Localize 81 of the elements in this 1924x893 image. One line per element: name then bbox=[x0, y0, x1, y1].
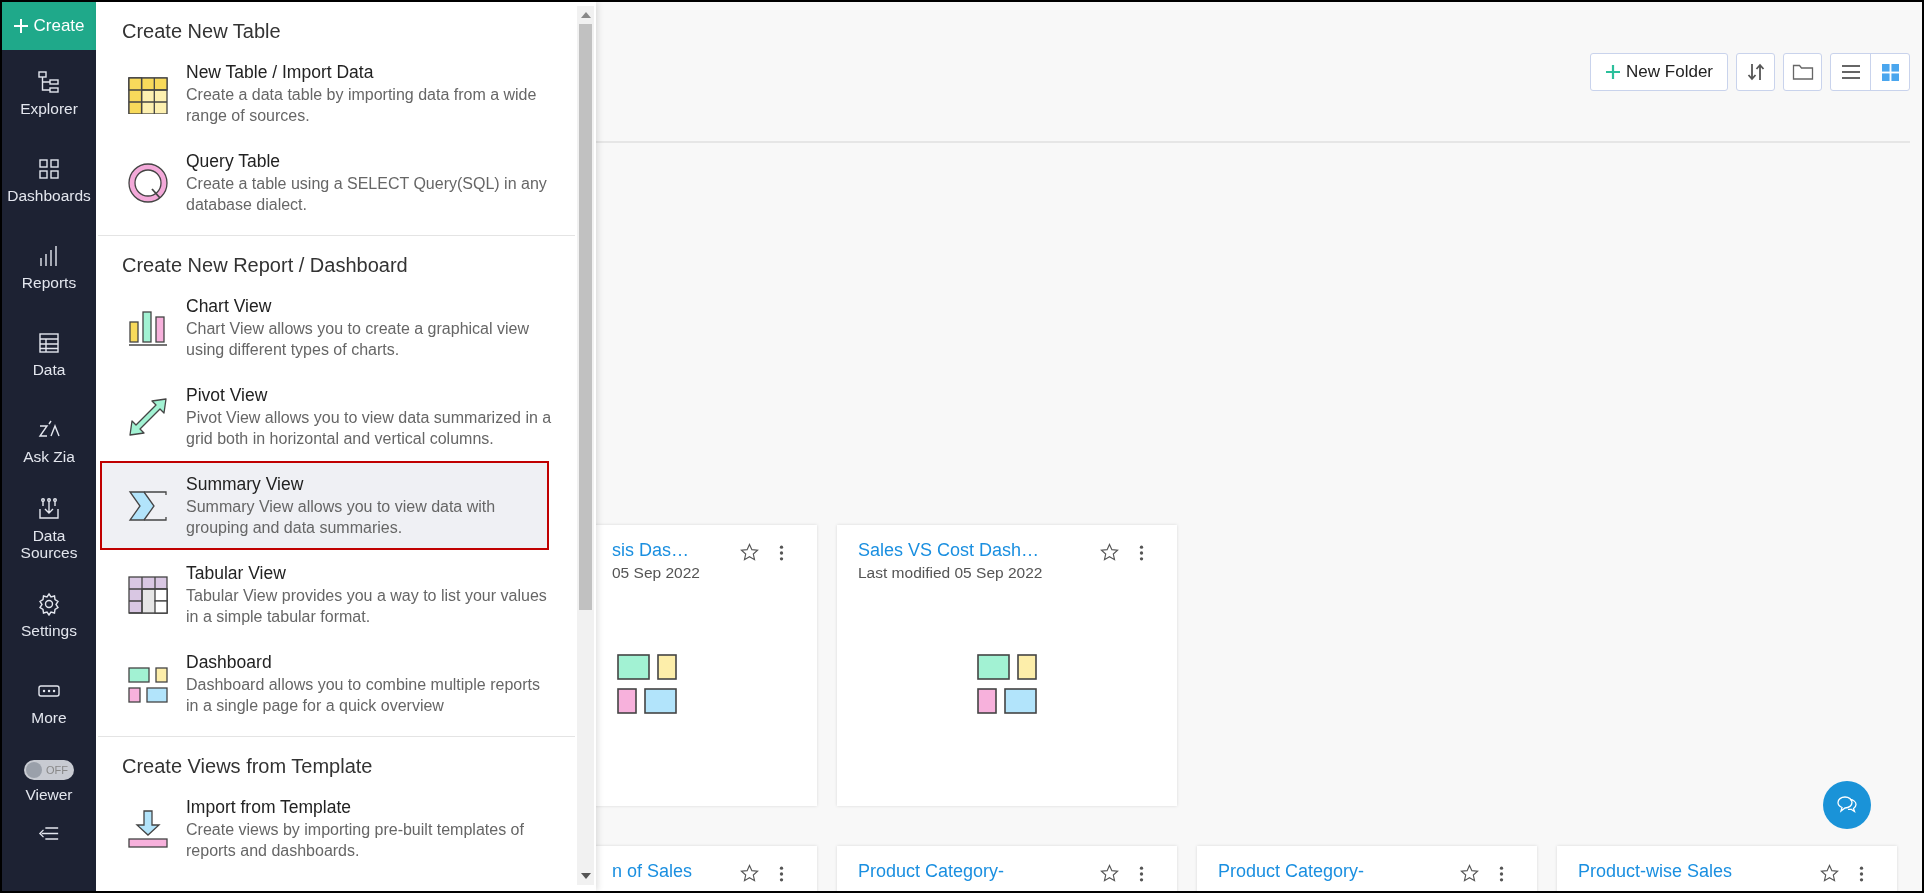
menu-item-description: Chart View allows you to create a graphical view using different types of charts. bbox=[186, 319, 530, 360]
sidebar-item[interactable]: More bbox=[2, 659, 96, 746]
sort-icon bbox=[1745, 62, 1766, 82]
menu-item[interactable]: Query Table Create a table using a SELECT Query(SQL) in any database dialect. bbox=[100, 138, 577, 227]
sidebar-item[interactable]: Reports bbox=[2, 224, 96, 311]
menu-item-title: Tabular View bbox=[186, 562, 287, 585]
menu-item-description: Create views by importing pre-built templates of reports and dashboards. bbox=[186, 820, 525, 861]
table-icon bbox=[128, 574, 168, 615]
grid-icon bbox=[1881, 63, 1899, 81]
viewer-label: Viewer bbox=[25, 786, 73, 804]
menu-item[interactable]: New Table / Import Data Create a data table by importing data from a wide range of sources. bbox=[100, 49, 577, 138]
more-options-icon[interactable] bbox=[1139, 865, 1144, 883]
collapse-button[interactable] bbox=[38, 826, 60, 841]
table-icon bbox=[37, 331, 61, 355]
menu-item-title: Summary View bbox=[186, 473, 305, 496]
menu-item-description: Create a table using a SELECT Query(SQL) in any database dialect. bbox=[186, 174, 548, 215]
dashboard-icon bbox=[977, 654, 1037, 714]
star-icon[interactable] bbox=[740, 864, 759, 883]
sidebar-item[interactable]: Data bbox=[2, 311, 96, 398]
card-title[interactable]: n of Sales bbox=[612, 861, 740, 882]
import-icon bbox=[37, 496, 61, 521]
sidebar-item[interactable]: Ask Zia bbox=[2, 398, 96, 485]
card-title[interactable]: Sales VS Cost Dash… bbox=[858, 540, 1100, 561]
folder-button[interactable] bbox=[1783, 53, 1822, 91]
scroll-up-icon[interactable] bbox=[580, 12, 591, 18]
card-date: Last modified 05 Sep 2022 bbox=[858, 564, 1044, 582]
dashboard-card[interactable]: Product-wise Sales bbox=[1557, 846, 1897, 891]
menu-section-title: Create Views from Template bbox=[121, 754, 374, 779]
query-icon bbox=[128, 162, 168, 203]
settings-icon bbox=[37, 592, 61, 616]
dashboard-card[interactable]: Sales VS Cost Dash… Last modified 05 Sep 2022 bbox=[837, 525, 1177, 806]
scrollbar[interactable] bbox=[577, 6, 594, 885]
more-options-icon[interactable] bbox=[1859, 865, 1864, 883]
card-title[interactable]: sis Das… bbox=[612, 540, 740, 561]
menu-item-title: Pivot View bbox=[186, 384, 269, 407]
menu-item[interactable]: Pivot View Pivot View allows you to view data summarized in a grid both in horizontal and vertical columns. bbox=[100, 372, 577, 461]
menu-item-description: Pivot View allows you to view data summarized in a grid both in horizontal and vertical columns. bbox=[186, 408, 553, 449]
star-icon[interactable] bbox=[740, 543, 759, 562]
plus-icon bbox=[1605, 64, 1622, 80]
diagonal-arrow-icon bbox=[128, 396, 168, 437]
card-title[interactable]: Product Category- bbox=[858, 861, 1100, 882]
menu-section-title: Create New Report / Dashboard bbox=[121, 253, 409, 278]
list-icon bbox=[1840, 64, 1861, 80]
menu-item-title: Chart View bbox=[186, 295, 273, 318]
menu-item-title: Query Table bbox=[186, 150, 282, 173]
sort-button[interactable] bbox=[1736, 53, 1775, 91]
more-options-icon[interactable] bbox=[1139, 544, 1144, 562]
sidebar-item[interactable]: Data Sources bbox=[2, 485, 96, 572]
chat-button[interactable] bbox=[1823, 781, 1871, 829]
star-icon[interactable] bbox=[1100, 543, 1119, 562]
download-icon bbox=[128, 808, 168, 849]
dashboard-card[interactable]: Product Category- bbox=[837, 846, 1177, 891]
chat-icon bbox=[1835, 794, 1859, 816]
card-title[interactable]: Product-wise Sales bbox=[1578, 861, 1820, 882]
scroll-down-icon[interactable] bbox=[580, 873, 591, 879]
plus-icon bbox=[13, 18, 30, 34]
star-icon[interactable] bbox=[1460, 864, 1479, 883]
menu-item-description: Create a data table by importing data from a wide range of sources. bbox=[186, 85, 538, 126]
more-options-icon[interactable] bbox=[779, 865, 784, 883]
more-options-icon[interactable] bbox=[779, 544, 784, 562]
card-title[interactable]: Product Category- bbox=[1218, 861, 1460, 882]
sidebar-item[interactable]: Dashboards bbox=[2, 137, 96, 224]
menu-section-title: Create New Table bbox=[121, 19, 282, 44]
dashboard-icon bbox=[37, 157, 61, 181]
folder-icon bbox=[1791, 63, 1814, 81]
star-icon[interactable] bbox=[1100, 864, 1119, 883]
sidebar-item[interactable]: Explorer bbox=[2, 50, 96, 137]
more-options-icon[interactable] bbox=[1499, 865, 1504, 883]
sidebar-item[interactable]: Settings bbox=[2, 572, 96, 659]
dashboard-card[interactable]: Product Category- bbox=[1197, 846, 1537, 891]
dashboard-icon bbox=[617, 654, 677, 714]
menu-item-title: Import from Template bbox=[186, 796, 352, 819]
menu-item[interactable]: Summary View Summary View allows you to view data with grouping and data summaries. bbox=[100, 461, 549, 550]
collapse-icon bbox=[38, 826, 60, 841]
tree-icon bbox=[37, 70, 61, 94]
card-date: 05 Sep 2022 bbox=[612, 564, 701, 582]
menu-item-title: New Table / Import Data bbox=[186, 61, 375, 84]
star-icon[interactable] bbox=[1820, 864, 1839, 883]
new-folder-button[interactable]: New Folder bbox=[1590, 53, 1728, 91]
menu-item[interactable]: Chart View Chart View allows you to create a graphical view using different types of charts. bbox=[100, 283, 577, 372]
menu-item-title: Dashboard bbox=[186, 651, 273, 674]
